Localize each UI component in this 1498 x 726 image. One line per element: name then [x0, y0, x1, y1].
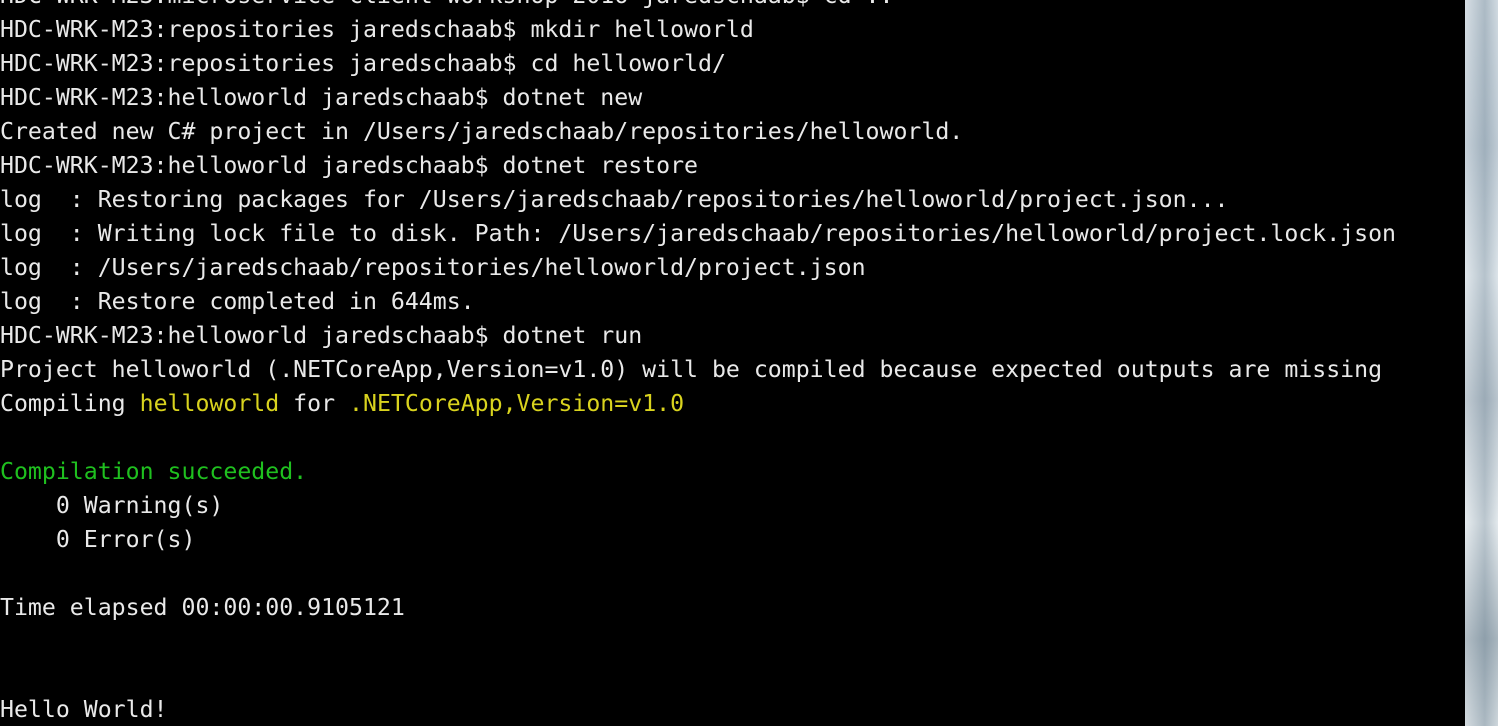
terminal-text-segment: for	[279, 390, 350, 417]
terminal-text-segment: log : Writing lock file to disk. Path: /…	[0, 220, 1397, 247]
terminal-line: HDC-WRK-M23:helloworld jaredschaab$ dotn…	[0, 81, 1396, 115]
terminal-text-segment: Time elapsed 00:00:00.9105121	[0, 594, 405, 621]
terminal-text-segment: 0 Warning(s)	[0, 492, 224, 519]
terminal-line: HDC-WRK-M23:repositories jaredschaab$ cd…	[0, 47, 1396, 81]
terminal-text-segment: .NETCoreApp,Version=v1.0	[349, 390, 685, 417]
terminal-line: Compilation succeeded.	[0, 455, 1396, 489]
terminal-text-segment: log : Restore completed in 644ms.	[0, 288, 475, 315]
terminal-line: HDC-WRK-M23:helloworld jaredschaab$ dotn…	[0, 149, 1396, 183]
terminal-line: log : Restoring packages for /Users/jare…	[0, 183, 1396, 217]
terminal-text-segment: HDC-WRK-M23:helloworld jaredschaab$ dotn…	[0, 322, 643, 349]
terminal-line: HDC-WRK-M23:microservice-client-workshop…	[0, 0, 1396, 13]
terminal-line: log : /Users/jaredschaab/repositories/he…	[0, 251, 1396, 285]
terminal-line: 0 Warning(s)	[0, 489, 1396, 523]
terminal-text-segment: log : /Users/jaredschaab/repositories/he…	[0, 254, 866, 281]
terminal-text-segment: 0 Error(s)	[0, 526, 196, 553]
terminal-line: Time elapsed 00:00:00.9105121	[0, 591, 1396, 625]
terminal-window[interactable]: HDC-WRK-M23:microservice-client-workshop…	[0, 0, 1465, 726]
terminal-line: HDC-WRK-M23:repositories jaredschaab$ mk…	[0, 13, 1396, 47]
terminal-text-segment: Project helloworld (.NETCoreApp,Version=…	[0, 356, 1383, 383]
terminal-text-segment: HDC-WRK-M23:microservice-client-workshop…	[0, 0, 893, 9]
desktop-wallpaper-edge	[1465, 0, 1498, 726]
terminal-text-segment: HDC-WRK-M23:helloworld jaredschaab$ dotn…	[0, 84, 643, 111]
terminal-line: 0 Error(s)	[0, 523, 1396, 557]
terminal-text-segment: helloworld	[139, 390, 280, 417]
terminal-line: Hello World!	[0, 693, 1396, 726]
terminal-text-segment: Compilation succeeded.	[0, 458, 308, 485]
terminal-line: Created new C# project in /Users/jaredsc…	[0, 115, 1396, 149]
terminal-text-segment: Created new C# project in /Users/jaredsc…	[0, 118, 964, 145]
terminal-line: Compiling helloworld for .NETCoreApp,Ver…	[0, 387, 1396, 421]
terminal-line: HDC-WRK-M23:helloworld jaredschaab$ dotn…	[0, 319, 1396, 353]
terminal-text-segment: HDC-WRK-M23:repositories jaredschaab$ mk…	[0, 16, 754, 43]
terminal-line: Project helloworld (.NETCoreApp,Version=…	[0, 353, 1396, 387]
terminal-line: log : Restore completed in 644ms.	[0, 285, 1396, 319]
terminal-line: log : Writing lock file to disk. Path: /…	[0, 217, 1396, 251]
terminal-output: HDC-WRK-M23:microservice-client-workshop…	[0, 0, 1396, 726]
terminal-text-segment: log : Restoring packages for /Users/jare…	[0, 186, 1229, 213]
terminal-text-segment: Compiling	[0, 390, 140, 417]
terminal-text-segment: Hello World!	[0, 696, 168, 723]
terminal-text-segment: HDC-WRK-M23:repositories jaredschaab$ cd…	[0, 50, 726, 77]
terminal-text-segment: HDC-WRK-M23:helloworld jaredschaab$ dotn…	[0, 152, 699, 179]
screen: HDC-WRK-M23:microservice-client-workshop…	[0, 0, 1498, 726]
